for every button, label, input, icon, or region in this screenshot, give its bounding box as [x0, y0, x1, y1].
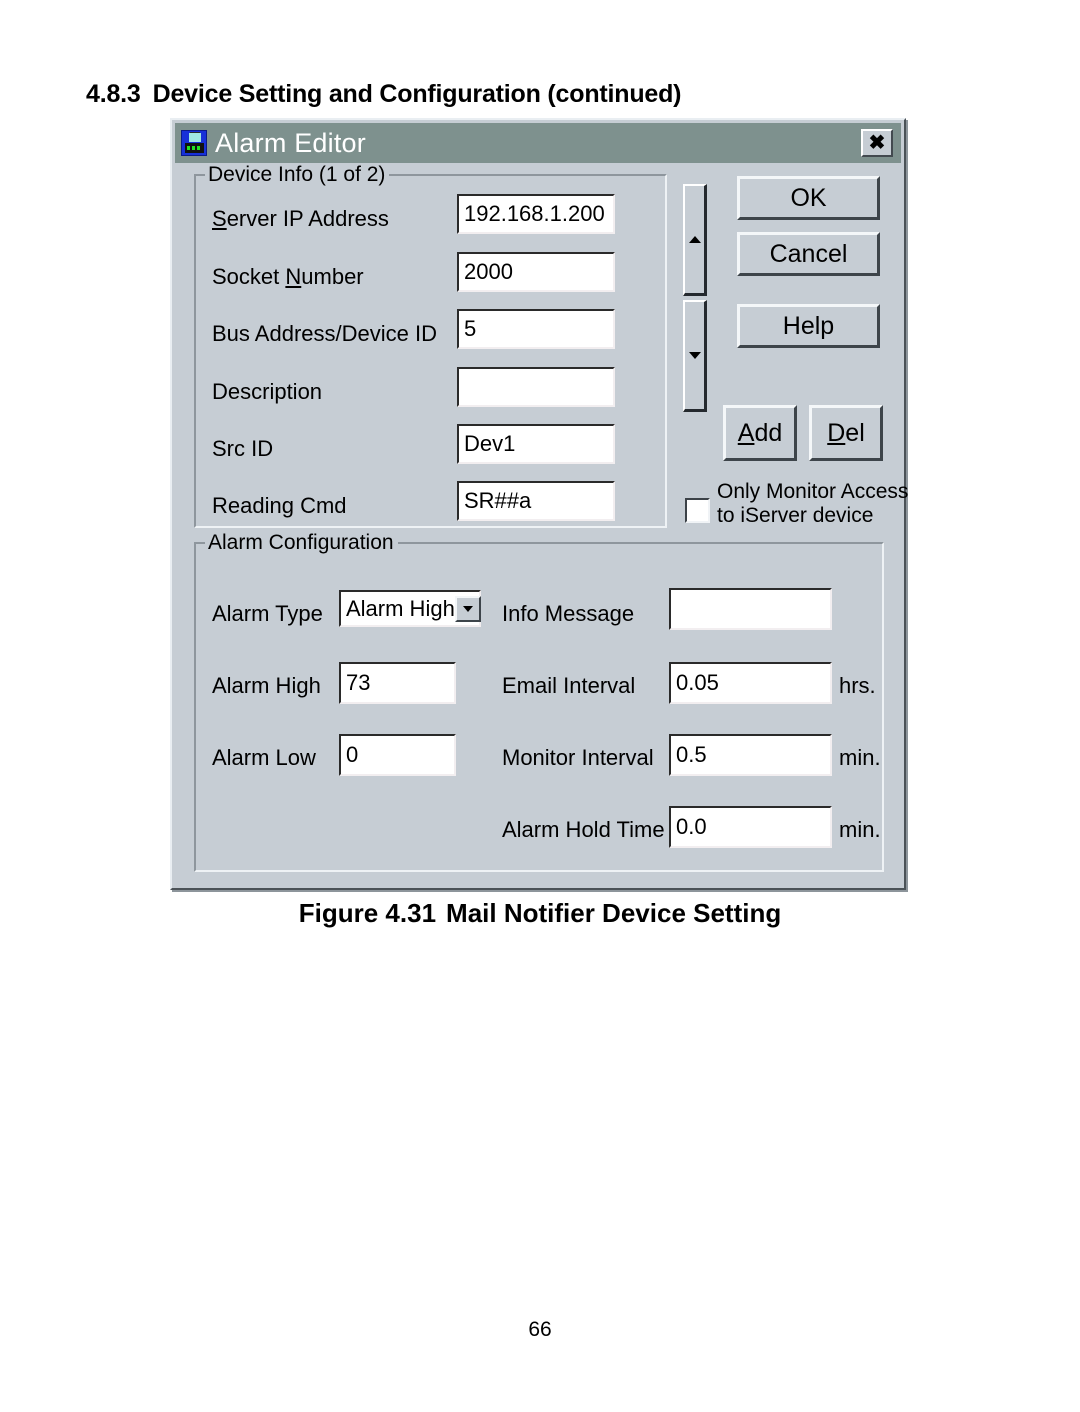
add-button-accelerator: A [737, 418, 755, 447]
dialog-titlebar[interactable]: Alarm Editor ✖ [175, 123, 901, 163]
help-button-label: Help [782, 311, 835, 340]
ok-button[interactable]: OK [737, 176, 880, 220]
monitor-interval-unit: min. [839, 745, 881, 770]
server-ip-label: Server IP Address [212, 208, 389, 230]
triangle-down-icon [688, 352, 701, 359]
alarm-hold-time-input[interactable]: 0.0 [669, 806, 832, 848]
dialog-title: Alarm Editor [215, 127, 366, 158]
bus-address-input[interactable]: 5 [457, 309, 615, 349]
del-button-accelerator: D [827, 418, 846, 447]
alarm-hold-time-unit: min. [839, 817, 881, 842]
description-label: Description [212, 379, 323, 404]
info-message-label: Info Message [502, 601, 635, 626]
alarm-low-label: Alarm Low [212, 745, 316, 770]
page-number: 66 [528, 1318, 552, 1341]
socket-number-input[interactable]: 2000 [457, 252, 615, 292]
socket-number-label: Socket Number [212, 266, 364, 288]
email-interval-label: Email Interval [502, 673, 636, 698]
reading-cmd-label: Reading Cmd [212, 493, 347, 518]
monitor-interval-label: Monitor Interval [502, 745, 654, 770]
device-info-legend: Device Info (1 of 2) [205, 163, 390, 187]
src-id-input[interactable]: Dev1 [457, 424, 615, 464]
only-monitor-access-checkbox[interactable] [685, 498, 710, 523]
server-ip-accelerator: S [212, 206, 227, 231]
server-ip-label-rest: erver IP Address [226, 206, 389, 231]
del-button-label-rest: el [845, 418, 865, 447]
scroll-up-button[interactable] [683, 184, 707, 296]
figure-number: Figure 4.31 [298, 898, 437, 928]
src-id-label: Src ID [212, 436, 274, 461]
alarm-type-value: Alarm High [346, 595, 455, 621]
section-title: Device Setting and Configuration (contin… [152, 80, 682, 108]
triangle-up-icon [688, 236, 701, 243]
monitor-interval-input[interactable]: 0.5 [669, 734, 832, 776]
alarm-type-label: Alarm Type [212, 601, 323, 626]
alarm-high-input[interactable]: 73 [339, 662, 456, 704]
alarm-configuration-legend: Alarm Configuration [205, 531, 398, 555]
alarm-hold-time-label: Alarm Hold Time [502, 817, 665, 842]
alarm-type-select[interactable]: Alarm High [339, 590, 481, 627]
add-button-label-rest: dd [754, 418, 783, 447]
section-heading: 4.8.3 Device Setting and Configuration (c… [86, 80, 682, 109]
add-button[interactable]: Add [723, 405, 797, 461]
bus-address-label: Bus Address/Device ID [212, 321, 437, 346]
del-button[interactable]: Del [809, 405, 883, 461]
section-number: 4.8.3 [86, 80, 141, 108]
socket-number-accelerator: N [285, 264, 302, 289]
figure-title: Mail Notifier Device Setting [446, 898, 782, 928]
info-message-input[interactable] [669, 588, 832, 630]
server-ip-input[interactable]: 192.168.1.200 [457, 194, 615, 234]
only-monitor-access-label: Only Monitor Access to iServer device [717, 480, 908, 527]
device-icon [181, 130, 207, 156]
scroll-down-button[interactable] [683, 300, 707, 412]
socket-number-label-lead: Socket [212, 264, 286, 289]
reading-cmd-input[interactable]: SR##a [457, 481, 615, 521]
close-icon[interactable]: ✖ [861, 129, 893, 157]
chevron-down-icon[interactable] [454, 595, 481, 622]
help-button[interactable]: Help [737, 304, 880, 348]
alarm-high-label: Alarm High [212, 673, 321, 698]
figure-caption: Figure 4.31 Mail Notifier Device Setting [0, 898, 1080, 929]
email-interval-input[interactable]: 0.05 [669, 662, 832, 704]
cancel-button[interactable]: Cancel [737, 232, 880, 276]
socket-number-label-rest: umber [301, 264, 364, 289]
only-monitor-access-line1: Only Monitor Access [717, 480, 909, 503]
email-interval-unit: hrs. [839, 673, 876, 698]
alarm-editor-dialog: Alarm Editor ✖ Device Info (1 of 2) Serv… [170, 118, 908, 890]
description-input[interactable] [457, 367, 615, 407]
alarm-low-input[interactable]: 0 [339, 734, 456, 776]
only-monitor-access-line2: to iServer device [717, 503, 874, 527]
